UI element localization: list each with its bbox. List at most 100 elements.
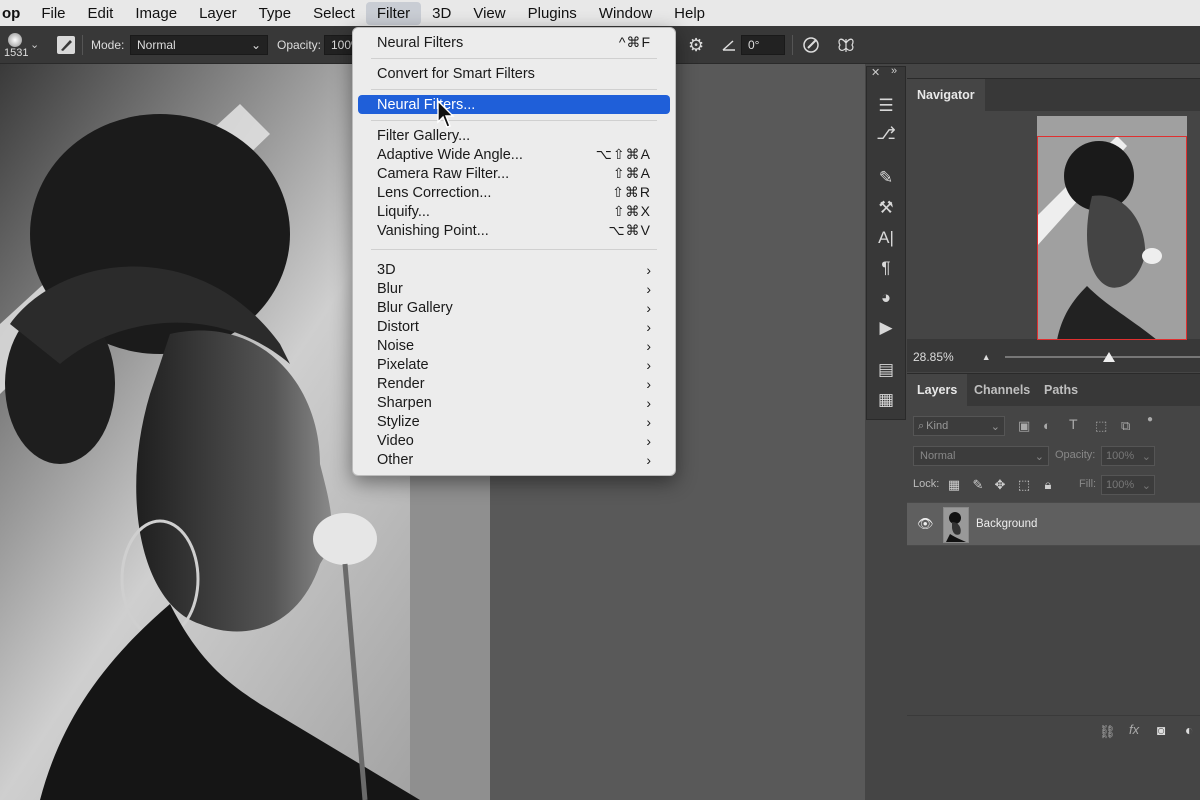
- menu-item-sharpen[interactable]: Sharpen ›: [358, 393, 670, 412]
- paragraph-icon[interactable]: ¶: [875, 257, 897, 279]
- menu-item-adaptive-wide-angle[interactable]: Adaptive Wide Angle... ⌥⇧⌘A: [358, 145, 670, 164]
- menu-image[interactable]: Image: [124, 2, 188, 25]
- properties-icon[interactable]: ▤: [875, 359, 897, 381]
- symmetry-button[interactable]: [836, 26, 856, 64]
- menu-item-distort[interactable]: Distort ›: [358, 317, 670, 336]
- zoom-out-icon[interactable]: ▲: [982, 352, 991, 362]
- menu-item-neural-filters[interactable]: Neural Filters...: [358, 95, 670, 114]
- brush-presets-icon[interactable]: ⚒: [875, 197, 897, 219]
- collapse-icon[interactable]: »: [891, 65, 897, 77]
- panel-icon-column: ✕ » ☰ ⎇ ✎ ⚒ A| ¶ ◕ ▶ ▤ ▦: [866, 65, 906, 420]
- menu-item-stylize[interactable]: Stylize ›: [358, 412, 670, 431]
- adjustment-filter-icon[interactable]: ◐: [1043, 418, 1051, 433]
- actions-icon[interactable]: ▶: [875, 317, 897, 339]
- menu-item-liquify[interactable]: Liquify... ⇧⌘X: [358, 202, 670, 221]
- pixel-filter-icon[interactable]: ▣: [1018, 418, 1030, 434]
- fill-input[interactable]: 100% ⌄: [1101, 475, 1155, 495]
- menu-item-filter-gallery[interactable]: Filter Gallery...: [358, 126, 670, 145]
- menu-window[interactable]: Window: [588, 2, 663, 25]
- shape-filter-icon[interactable]: ⬚: [1095, 418, 1107, 434]
- layer-opacity-input[interactable]: 100% ⌄: [1101, 446, 1155, 466]
- mode-select[interactable]: Normal ⌄: [130, 35, 268, 55]
- brush-settings-icon[interactable]: ✎: [875, 167, 897, 189]
- chevron-right-icon: ›: [646, 299, 651, 316]
- menu-separator: [371, 89, 657, 90]
- layer-row-background[interactable]: 👁︎ Background: [907, 502, 1200, 546]
- eye-icon[interactable]: 👁︎: [917, 516, 934, 532]
- menu-view[interactable]: View: [462, 2, 516, 25]
- menu-item-convert-smart-filters[interactable]: Convert for Smart Filters: [358, 64, 670, 83]
- tab-paths[interactable]: Paths: [1034, 374, 1088, 406]
- adjustments-icon[interactable]: ☰: [875, 95, 897, 117]
- character-icon[interactable]: A|: [875, 227, 897, 249]
- chevron-down-icon: ⌄: [990, 420, 1000, 433]
- menu-item-label: Render: [377, 375, 425, 392]
- chevron-right-icon: ›: [646, 394, 651, 411]
- menu-edit[interactable]: Edit: [77, 2, 125, 25]
- brush-tip-icon: [8, 33, 22, 47]
- zoom-value[interactable]: 28.85%: [913, 350, 954, 364]
- type-filter-icon[interactable]: T: [1069, 416, 1078, 432]
- settings-button[interactable]: ⚙: [688, 26, 704, 64]
- search-icon: ⌕: [918, 419, 925, 432]
- menu-3d[interactable]: 3D: [421, 2, 462, 25]
- pressure-button[interactable]: [801, 26, 821, 64]
- lock-artboard-icon[interactable]: ⬚: [1017, 477, 1031, 492]
- menu-item-render[interactable]: Render ›: [358, 374, 670, 393]
- layers-panel: Layers Channels Paths ⌕ Kind ⌄ ▣ ◐ T ⬚ ⧉…: [907, 373, 1200, 749]
- link-icon[interactable]: ⛓: [1099, 724, 1116, 740]
- menu-item-vanishing-point[interactable]: Vanishing Point... ⌥⌘V: [358, 221, 670, 240]
- menu-item-label: Pixelate: [377, 356, 429, 373]
- lock-all-icon[interactable]: 🔒︎: [1041, 477, 1055, 492]
- tab-channels[interactable]: Channels: [964, 374, 1040, 406]
- swatches-icon[interactable]: ◕: [875, 287, 897, 309]
- adjustment-layer-icon[interactable]: ◐: [1185, 722, 1193, 738]
- lock-image-icon[interactable]: ✎: [971, 477, 985, 492]
- filter-toggle-icon[interactable]: ●: [1147, 414, 1153, 425]
- fill-value: 100%: [1106, 479, 1135, 491]
- menu-item-camera-raw[interactable]: Camera Raw Filter... ⇧⌘A: [358, 164, 670, 183]
- menu-plugins[interactable]: Plugins: [517, 2, 588, 25]
- menu-separator: [371, 58, 657, 59]
- close-icon[interactable]: ✕: [871, 66, 880, 79]
- menu-layer[interactable]: Layer: [188, 2, 248, 25]
- app-menu[interactable]: op: [0, 5, 30, 22]
- menu-item-video[interactable]: Video ›: [358, 431, 670, 450]
- tab-navigator[interactable]: Navigator: [907, 79, 985, 111]
- butterfly-icon: [838, 38, 854, 52]
- chevron-right-icon: ›: [646, 318, 651, 335]
- tab-layers[interactable]: Layers: [907, 374, 968, 406]
- mask-icon[interactable]: ◙: [1157, 722, 1165, 738]
- menu-item-3d[interactable]: 3D ›: [358, 260, 670, 279]
- menu-type[interactable]: Type: [248, 2, 303, 25]
- menu-item-other[interactable]: Other ›: [358, 450, 670, 469]
- chevron-right-icon: ›: [646, 337, 651, 354]
- kind-filter-select[interactable]: ⌕ Kind ⌄: [913, 416, 1005, 436]
- lock-position-icon[interactable]: ✥: [993, 477, 1007, 492]
- menu-item-pixelate[interactable]: Pixelate ›: [358, 355, 670, 374]
- lock-transparent-icon[interactable]: ▦: [947, 477, 961, 492]
- zoom-slider-handle[interactable]: [1103, 352, 1115, 362]
- smart-object-filter-icon[interactable]: ⧉: [1121, 418, 1130, 434]
- history-icon[interactable]: ⎇: [875, 123, 897, 145]
- menu-item-blur-gallery[interactable]: Blur Gallery ›: [358, 298, 670, 317]
- menu-item-lens-correction[interactable]: Lens Correction... ⇧⌘R: [358, 183, 670, 202]
- menu-filter[interactable]: Filter: [365, 1, 422, 25]
- view-frame[interactable]: [1037, 136, 1187, 340]
- menu-item-blur[interactable]: Blur ›: [358, 279, 670, 298]
- notes-icon[interactable]: ▦: [875, 389, 897, 411]
- menu-item-noise[interactable]: Noise ›: [358, 336, 670, 355]
- menu-item-last-filter[interactable]: Neural Filters ^⌘F: [358, 33, 670, 52]
- angle-value: 0°: [748, 38, 760, 52]
- menu-file[interactable]: File: [30, 2, 76, 25]
- angle-icon: [722, 40, 735, 51]
- menu-select[interactable]: Select: [302, 2, 366, 25]
- menu-shortcut: ⇧⌘X: [612, 203, 651, 219]
- menu-help[interactable]: Help: [663, 2, 716, 25]
- mouse-cursor-icon: [437, 100, 455, 128]
- angle-input[interactable]: 0°: [741, 35, 785, 55]
- blend-mode-select[interactable]: Normal ⌄: [913, 446, 1049, 466]
- fx-icon[interactable]: fx: [1129, 722, 1139, 737]
- brush-settings-button[interactable]: [56, 26, 76, 64]
- layer-name[interactable]: Background: [976, 518, 1037, 530]
